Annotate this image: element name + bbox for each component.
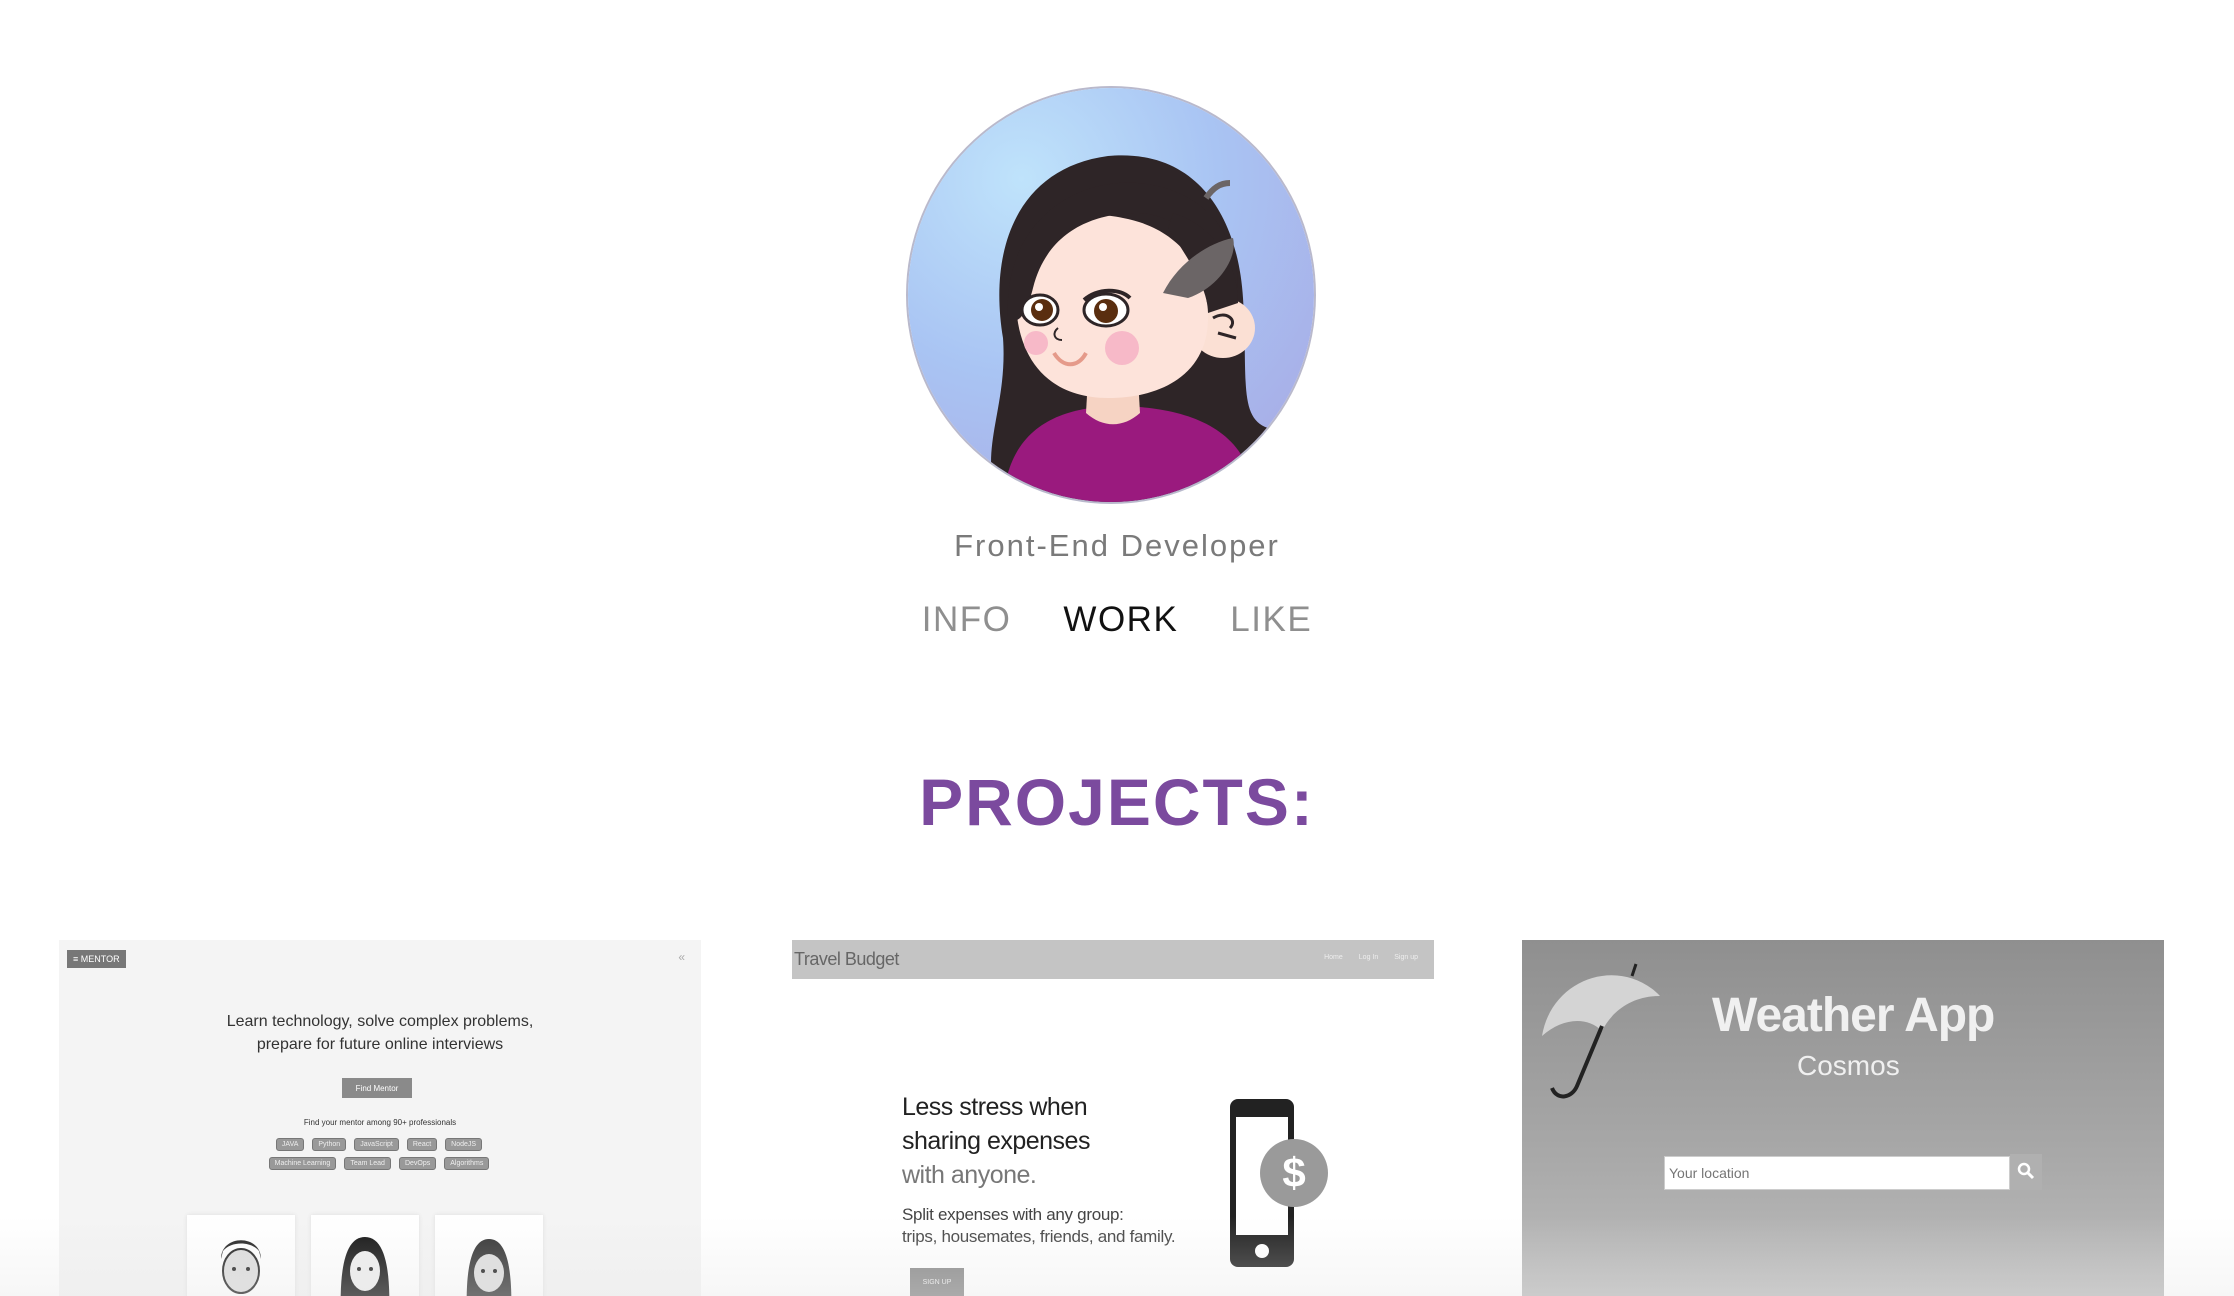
travel-link-home: Home: [1324, 954, 1343, 961]
weather-title: Weather App: [1712, 989, 1995, 1042]
projects-title: PROJECTS:: [919, 765, 1315, 839]
travel-link-login: Log In: [1358, 954, 1379, 961]
travel-link-signup: Sign up: [1394, 954, 1418, 961]
profile-role: Front-End Developer: [954, 528, 1280, 563]
travel-links: Home Log In Sign up: [1324, 954, 1418, 961]
travel-signup-button: SIGN UP: [910, 1268, 964, 1296]
project-card-travel-budget[interactable]: Travel Budget Home Log In Sign up Less s…: [792, 940, 1434, 1296]
travel-body-line1: Split expenses with any group:: [902, 1205, 1124, 1224]
tag: Machine Learning: [268, 1157, 337, 1170]
mentor-avatar-icon: [340, 1237, 390, 1296]
project-card-mentor[interactable]: ≡ MENTOR « Learn technology, solve compl…: [59, 940, 701, 1296]
mentor-avatar-icon: [466, 1239, 512, 1296]
mentor-avatar-icon: [221, 1240, 261, 1294]
collapse-icon: «: [678, 950, 685, 964]
mentor-subtext: Find your mentor among 90+ professionals: [303, 1118, 457, 1127]
travel-body-line2: trips, housemates, friends, and family.: [902, 1227, 1176, 1246]
nav-work[interactable]: WORK: [1063, 596, 1178, 644]
travel-headline: Less stress when sharing expenses with a…: [902, 1090, 1090, 1192]
avatar: [908, 88, 1314, 502]
tag: Python: [312, 1138, 347, 1151]
profile-nav: INFO WORK LIKE: [0, 596, 2234, 644]
tag: NodeJS: [445, 1138, 483, 1151]
find-mentor-button: Find Mentor: [342, 1078, 412, 1098]
phone-dollar-icon: $: [1230, 1099, 1328, 1267]
umbrella-icon: [1542, 963, 1660, 1099]
mentor-card: [311, 1215, 419, 1296]
mentor-tags: JAVA Python JavaScript React NodeJS Mach…: [259, 1138, 499, 1170]
tag: JAVA: [275, 1138, 305, 1151]
mentor-card: [187, 1215, 295, 1296]
travel-headline-line2: sharing expenses: [902, 1127, 1090, 1155]
travel-navbar: Travel Budget Home Log In Sign up: [792, 940, 1434, 979]
weather-subtitle: Cosmos: [1797, 1050, 1900, 1081]
dollar-symbol: $: [1282, 1149, 1305, 1196]
location-input[interactable]: [1664, 1156, 2010, 1190]
search-button[interactable]: [2010, 1154, 2042, 1190]
tag: React: [406, 1138, 438, 1151]
tag: Algorithms: [444, 1157, 490, 1170]
avatar-illustration: [991, 155, 1268, 502]
mentor-headline-line1: Learn technology, solve complex problems…: [226, 1013, 534, 1030]
travel-headline-line3: with anyone.: [902, 1161, 1037, 1189]
project-card-weather[interactable]: Weather App Cosmos: [1522, 940, 2164, 1296]
travel-headline-line1: Less stress when: [902, 1093, 1088, 1121]
travel-body: Split expenses with any group: trips, ho…: [902, 1204, 1176, 1248]
magnifier-icon: [2017, 1162, 2035, 1179]
nav-like[interactable]: LIKE: [1230, 596, 1312, 644]
mentor-headline-line2: prepare for future online interviews: [256, 1036, 504, 1053]
mentor-list: [187, 1215, 543, 1296]
mentor-card: [435, 1215, 543, 1296]
tag: Team Lead: [344, 1157, 391, 1170]
nav-info[interactable]: INFO: [922, 596, 1012, 644]
mentor-headline: Learn technology, solve complex problems…: [59, 1010, 701, 1056]
mentor-logo: ≡ MENTOR: [67, 950, 126, 968]
travel-brand: Travel Budget: [794, 949, 899, 969]
tag: DevOps: [398, 1157, 437, 1170]
tag: JavaScript: [354, 1138, 399, 1151]
